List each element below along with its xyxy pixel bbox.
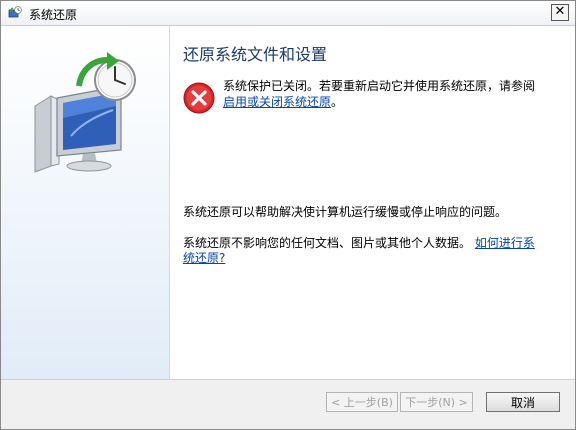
cancel-button[interactable]: 取消 xyxy=(486,392,560,412)
error-icon xyxy=(183,82,215,114)
previous-button[interactable]: < 上一步(B) xyxy=(326,392,398,412)
error-message-end: 。 xyxy=(331,95,344,109)
page-title: 还原系统文件和设置 xyxy=(183,45,328,64)
next-button[interactable]: 下一步(N) > xyxy=(400,392,473,412)
error-message: 系统保护已关闭。若要重新启动它并使用系统还原，请参阅启用或关闭系统还原。 xyxy=(223,78,539,110)
system-restore-icon xyxy=(8,6,22,18)
side-panel xyxy=(1,26,170,379)
close-button[interactable]: ✕ xyxy=(551,4,569,21)
computer-restore-icon xyxy=(34,52,136,173)
error-message-text: 系统保护已关闭。若要重新启动它并使用系统还原，请参阅 xyxy=(223,79,536,93)
title-bar: 系统还原 ✕ xyxy=(1,1,575,26)
window-title: 系统还原 xyxy=(29,8,78,22)
system-restore-dialog: 系统还原 ✕ 还原系统文件和设置 系统保护已关闭。若要重新启动它并使用系统还原，… xyxy=(0,0,576,430)
enable-system-restore-link[interactable]: 启用或关闭系统还原 xyxy=(223,95,331,109)
description-paragraph: 系统还原可以帮助解决使计算机运行缓慢或停止响应的问题。 xyxy=(183,205,508,219)
close-icon: ✕ xyxy=(554,4,566,19)
info-paragraph: 系统还原不影响您的任何文档、图片或其他个人数据。 如何进行系统还原? xyxy=(183,236,535,266)
footer-divider xyxy=(1,379,575,380)
info-paragraph-text: 系统还原不影响您的任何文档、图片或其他个人数据。 xyxy=(183,236,472,250)
content-area: 还原系统文件和设置 系统保护已关闭。若要重新启动它并使用系统还原，请参阅启用或关… xyxy=(1,26,575,379)
